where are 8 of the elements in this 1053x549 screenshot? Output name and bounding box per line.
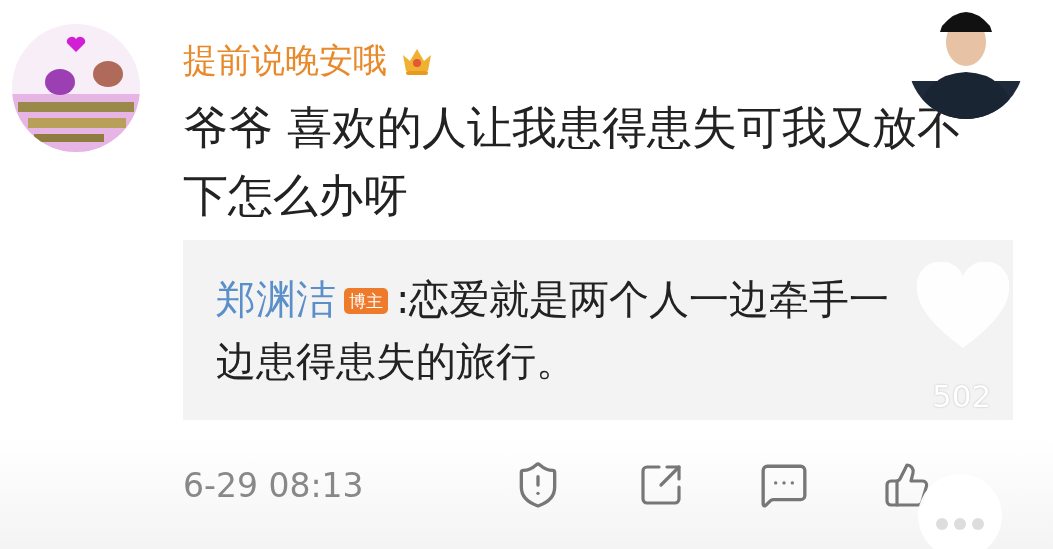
author-badge: 博主 (344, 288, 388, 314)
reply-text: 恋爱就是两个人一边牵手一 (409, 276, 890, 322)
like-icon[interactable] (883, 461, 931, 509)
timestamp: 6-29 08:13 (183, 465, 365, 505)
separator: : (396, 276, 410, 322)
reply-author[interactable]: 郑渊洁 (216, 276, 336, 322)
reply-text: 边患得患失的旅行。 (216, 337, 576, 386)
username[interactable]: 提前说晚安哦 (183, 38, 387, 82)
